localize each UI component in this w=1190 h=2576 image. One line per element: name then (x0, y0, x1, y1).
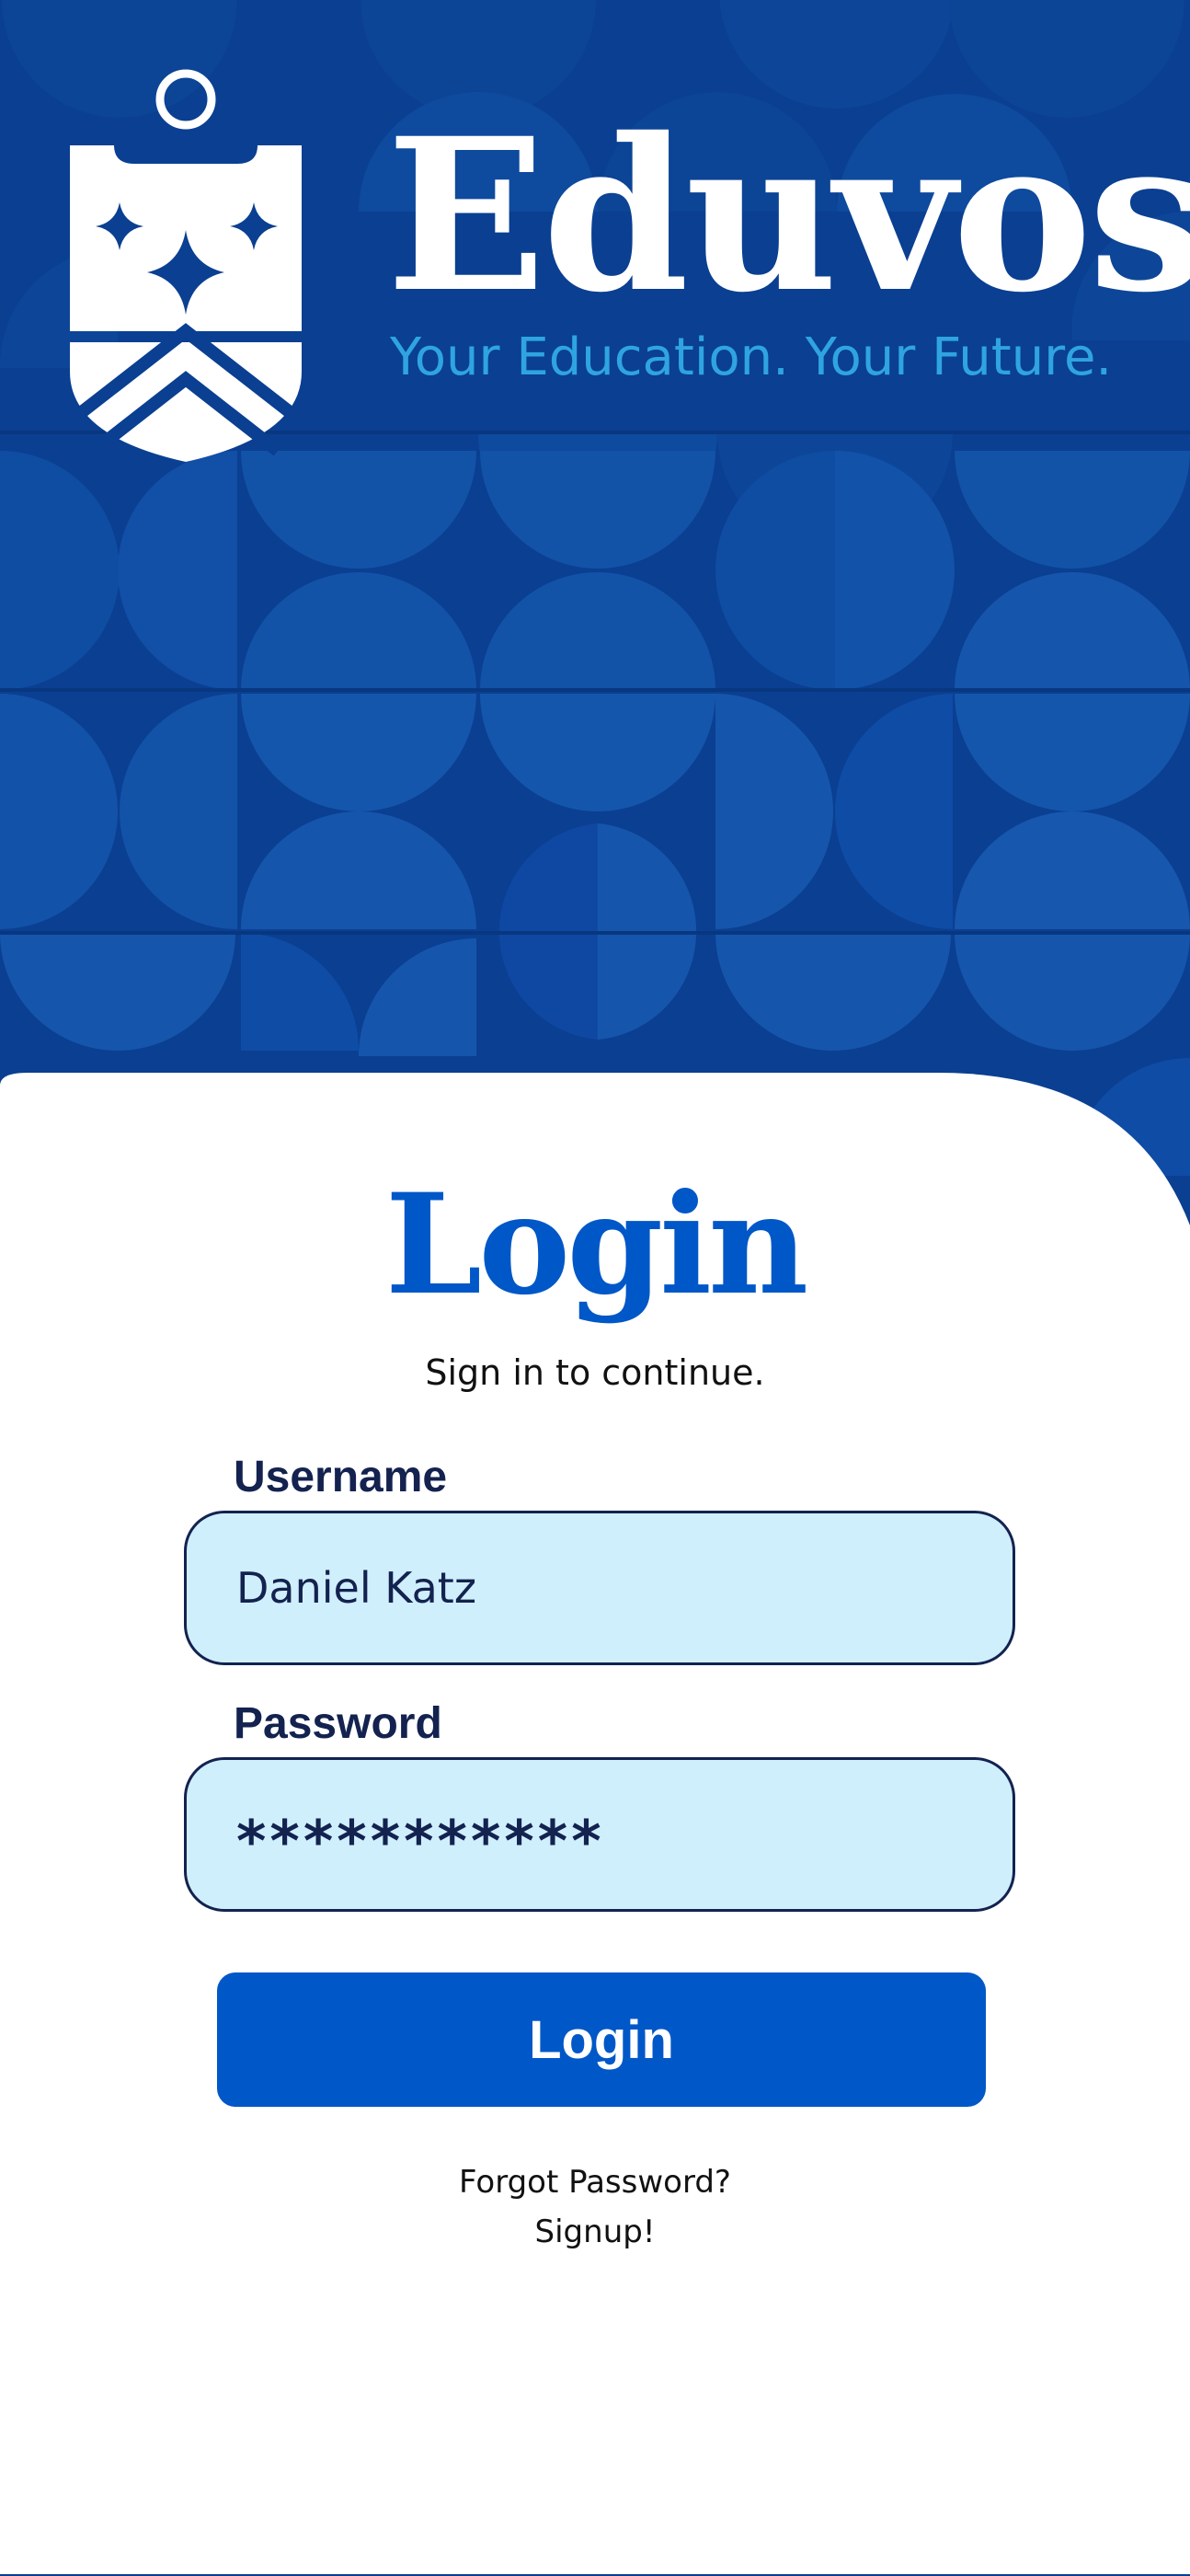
password-label: Password (234, 1699, 442, 1748)
username-label: Username (234, 1453, 448, 1501)
brand-name: Eduvos (386, 92, 1190, 339)
page-title: Login (384, 1164, 808, 1326)
signup-link[interactable]: Signup! (0, 2214, 1190, 2250)
forgot-password-link[interactable]: Forgot Password? (0, 2164, 1190, 2201)
password-value: *********** (236, 1807, 605, 1875)
shield-crest-icon (66, 69, 305, 462)
password-field[interactable]: *********** (184, 1757, 1015, 1912)
login-button-label: Login (529, 2009, 674, 2070)
login-button[interactable]: Login (217, 1972, 986, 2107)
username-field[interactable]: Daniel Katz (184, 1511, 1015, 1665)
hero-banner: Eduvos Your Education. Your Future. (0, 0, 1190, 1233)
username-value: Daniel Katz (236, 1563, 476, 1613)
page-subtitle: Sign in to continue. (425, 1352, 765, 1393)
brand-tagline: Your Education. Your Future. (390, 328, 1113, 387)
